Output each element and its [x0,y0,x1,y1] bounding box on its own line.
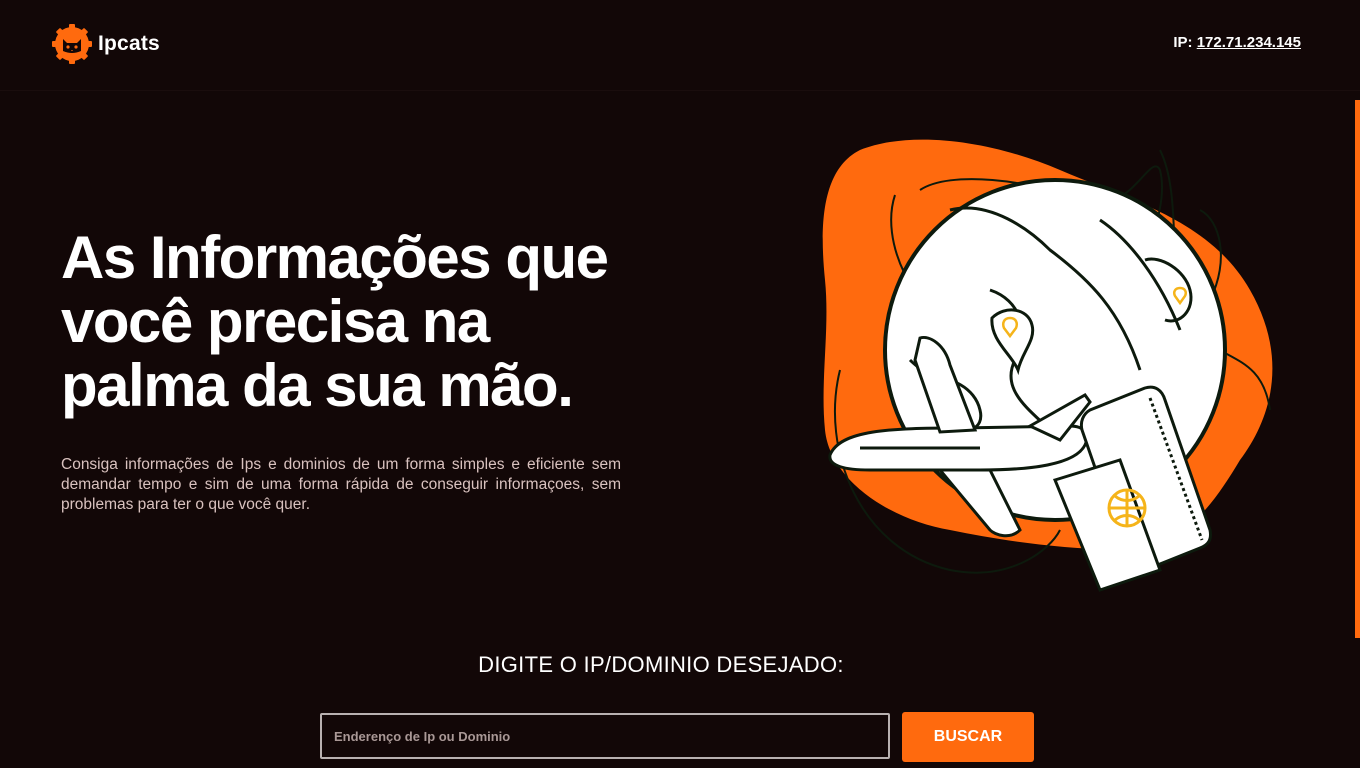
globe-airplane-passport-illustration [800,130,1290,610]
hero-title-line: palma da sua mão. [61,352,574,419]
hero-description: Consiga informações de Ips e dominios de… [61,456,621,513]
edge-accent-strip [1355,100,1360,638]
hero-title: As Informações que você precisa na palma… [61,226,761,418]
ip-domain-search-input[interactable] [320,713,890,759]
page: Ipcats IP: 172.71.234.145 As Informações… [0,0,1360,768]
cat-gear-icon [52,24,92,64]
ip-display: IP: 172.71.234.145 [1173,34,1301,51]
logo-link[interactable]: Ipcats [52,24,160,64]
search-label: DIGITE O IP/DOMINIO DESEJADO: [478,652,844,677]
hero-title-line: você precisa na [61,288,490,355]
search-button[interactable]: BUSCAR [902,712,1034,762]
logo-text: Ipcats [98,32,160,55]
site-header: Ipcats IP: 172.71.234.145 [0,0,1360,91]
hero-title-line: As Informações que [61,224,609,291]
ip-label: IP: [1173,34,1193,51]
ip-address-link[interactable]: 172.71.234.145 [1197,34,1301,51]
